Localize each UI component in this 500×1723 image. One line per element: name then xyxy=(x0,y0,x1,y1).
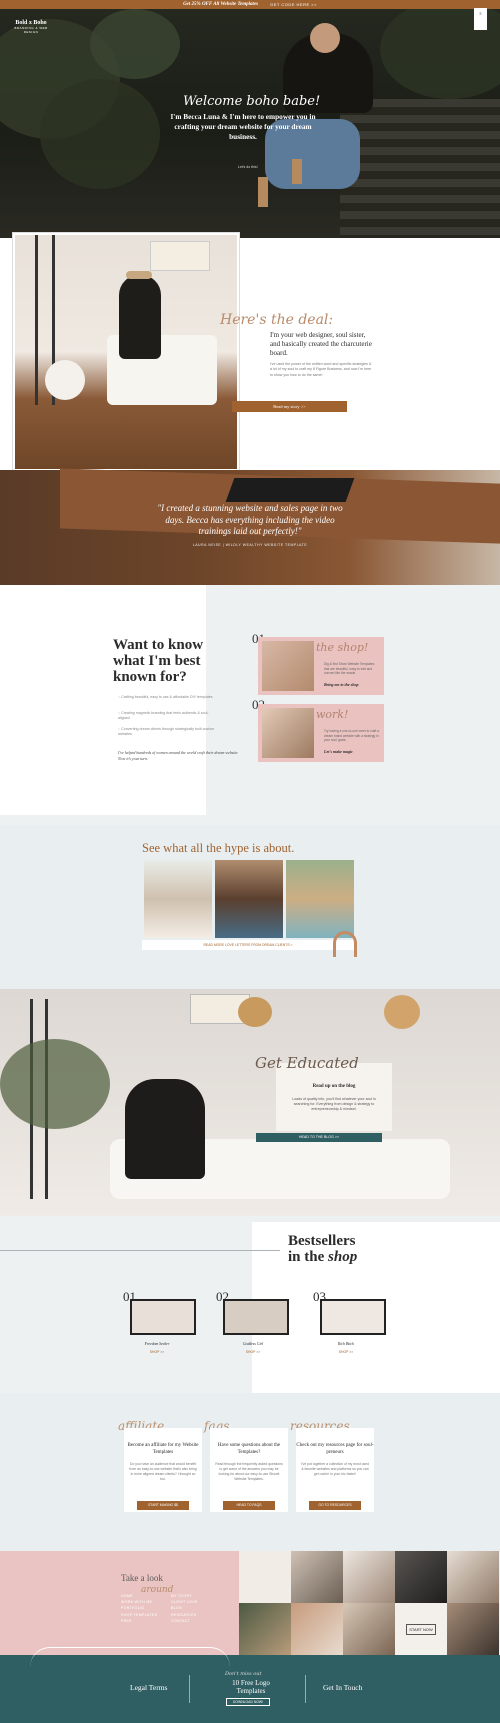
footer-link[interactable]: RESOURCES xyxy=(171,1612,198,1618)
affiliate-body: Do you have an audience that would benef… xyxy=(129,1462,197,1481)
testimonial-author: LAURA NEISE | WILDLY WEALTHY WEBSITE TEM… xyxy=(192,543,308,547)
decorative-wave xyxy=(30,1647,230,1667)
product-name[interactable]: Freedom Seeker xyxy=(117,1342,197,1346)
footer-link[interactable]: SHOP TEMPLATES xyxy=(121,1612,157,1618)
testimonial-quote: "I created a stunning website and sales … xyxy=(157,503,343,536)
instagram-gallery: START NOW xyxy=(239,1551,500,1655)
card-script: work! xyxy=(316,708,349,721)
about-headline: I'm your web designer, soul sister, and … xyxy=(270,331,372,357)
service-item: ◌ Creating magnetic branding that feels … xyxy=(118,711,209,720)
product-image[interactable] xyxy=(320,1299,386,1335)
gallery-image[interactable] xyxy=(291,1603,343,1655)
gallery-image[interactable] xyxy=(343,1603,395,1655)
gallery-image[interactable] xyxy=(239,1551,291,1603)
about-photo xyxy=(13,233,239,471)
services-headline: Want to know what I'm best known for? xyxy=(113,637,204,685)
client-photo xyxy=(144,860,212,938)
service-item: ◌ Crafting beautiful, easy to use & affo… xyxy=(118,695,213,699)
faqs-headline: Have some questions about the Templates? xyxy=(217,1443,281,1455)
footer-nav-panel xyxy=(0,1551,239,1655)
work-link[interactable]: Let's make magic xyxy=(324,749,353,754)
shop-link[interactable]: SHOP >> xyxy=(306,1350,386,1354)
gallery-image[interactable] xyxy=(343,1551,395,1603)
services-footer: I've helped hundreds of women around the… xyxy=(118,750,239,761)
head-to-faqs-button[interactable]: HEAD TO FAQS xyxy=(223,1501,275,1510)
hype-headline: See what all the hype is about. xyxy=(142,841,295,855)
get-in-touch-link[interactable]: Get In Touch xyxy=(323,1683,362,1692)
gallery-image[interactable] xyxy=(239,1603,291,1655)
card-text: Try having a one-to-one meet to craft a … xyxy=(324,729,379,742)
blog-section xyxy=(0,989,500,1216)
shop-link[interactable]: Bring me to the shop xyxy=(324,682,358,687)
footer-links-right: MY STORY CLIENT LOVE BLOG RESOURCES CONT… xyxy=(171,1593,198,1624)
bestsellers-headline: Bestsellers in the shop xyxy=(288,1233,358,1265)
gallery-image[interactable]: START NOW xyxy=(395,1603,447,1655)
product-image[interactable] xyxy=(130,1299,196,1335)
client-photo xyxy=(215,860,283,938)
divider xyxy=(189,1675,190,1703)
gallery-image[interactable] xyxy=(291,1551,343,1603)
legal-terms-link[interactable]: Legal Terms xyxy=(130,1683,167,1692)
divider xyxy=(0,1250,280,1251)
gallery-image[interactable] xyxy=(447,1551,499,1603)
card-script: the shop! xyxy=(316,641,369,654)
promo-bar: Get 25% OFF All Website Templates GET CO… xyxy=(0,0,500,9)
hero-script: Welcome boho babe! xyxy=(183,94,321,109)
rainbow-icon xyxy=(333,931,357,957)
about-body: I've used the power of the written word … xyxy=(270,362,372,377)
promo-text: Get 25% OFF All Website Templates xyxy=(183,2,259,7)
faqs-card: Have some questions about the Templates?… xyxy=(210,1428,288,1512)
product-image[interactable] xyxy=(223,1299,289,1335)
footer-links-left: HOME WORK WITH ME PORTFOLIO SHOP TEMPLAT… xyxy=(121,1593,157,1624)
gallery-note: START NOW xyxy=(406,1623,436,1635)
menu-icon: ≡ xyxy=(479,11,482,16)
hero-link[interactable]: Let's do this! xyxy=(238,165,258,169)
shop-link[interactable]: SHOP >> xyxy=(117,1350,197,1354)
service-item: ◌ Converting dream clients through strat… xyxy=(118,727,215,736)
affiliate-card: Become an affiliate for my Website Templ… xyxy=(124,1428,202,1512)
read-my-story-button[interactable]: Read my story >> xyxy=(232,401,347,412)
resources-card: Check out my resources page for soul-pre… xyxy=(296,1428,374,1512)
free-script: Don't miss out xyxy=(225,1671,262,1677)
shop-card[interactable]: the shop! Dig & find Show Website Templa… xyxy=(258,637,384,695)
gallery-image[interactable] xyxy=(447,1603,499,1655)
product-name[interactable]: Goddess Girl xyxy=(213,1342,293,1346)
product-name[interactable]: Rich Bitch xyxy=(306,1342,386,1346)
shop-link[interactable]: SHOP >> xyxy=(213,1350,293,1354)
free-logo-headline: 10 Free Logo Templates xyxy=(232,1679,270,1695)
start-making-money-button[interactable]: START MAKING $$ xyxy=(137,1501,189,1510)
about-script: Here's the deal: xyxy=(220,312,334,328)
footer-link[interactable]: FREE xyxy=(121,1618,157,1624)
menu-button[interactable]: ≡ xyxy=(474,8,487,30)
work-card[interactable]: work! Try having a one-to-one meet to cr… xyxy=(258,704,384,762)
blog-body: Loads of quality info, you'll find whate… xyxy=(292,1097,376,1112)
download-now-button[interactable]: DOWNLOAD NOW! xyxy=(226,1698,270,1706)
blog-script: Get Educated xyxy=(255,1054,359,1072)
faqs-body: Read through the frequently asked questi… xyxy=(215,1462,283,1481)
footer-take-a-look: Take a look xyxy=(121,1573,163,1583)
card-image xyxy=(262,708,314,758)
promo-cta-link[interactable]: GET CODE HERE >> xyxy=(270,2,317,7)
blog-headline: Read up on the blog xyxy=(312,1084,356,1089)
card-text: Dig & find Show Website Templates that a… xyxy=(324,662,375,675)
go-to-resources-button[interactable]: GO TO RESOURCES xyxy=(309,1501,361,1510)
logo-subtitle: BRANDING & WEB DESIGN xyxy=(14,26,48,34)
divider xyxy=(305,1675,306,1703)
footer-link[interactable]: CONTACT xyxy=(171,1618,198,1624)
head-to-blog-button[interactable]: HEAD TO THE BLOG >> xyxy=(256,1133,382,1142)
resources-body: I've put together a collection of my mos… xyxy=(301,1462,369,1476)
resources-headline: Check out my resources page for soul-pre… xyxy=(296,1443,374,1455)
hero-headline: I'm Becca Luna & I'm here to empower you… xyxy=(170,112,316,141)
read-more-love-letters-link[interactable]: READ MORE LOVE LETTERS FROM DREAM CLIENT… xyxy=(142,940,354,950)
gallery-image[interactable] xyxy=(395,1551,447,1603)
affiliate-headline: Become an affiliate for my Website Templ… xyxy=(127,1443,199,1455)
card-image xyxy=(262,641,314,691)
client-photo xyxy=(286,860,354,938)
logo[interactable]: Bold x Boho BRANDING & WEB DESIGN xyxy=(9,20,53,34)
services-panel xyxy=(0,585,206,815)
